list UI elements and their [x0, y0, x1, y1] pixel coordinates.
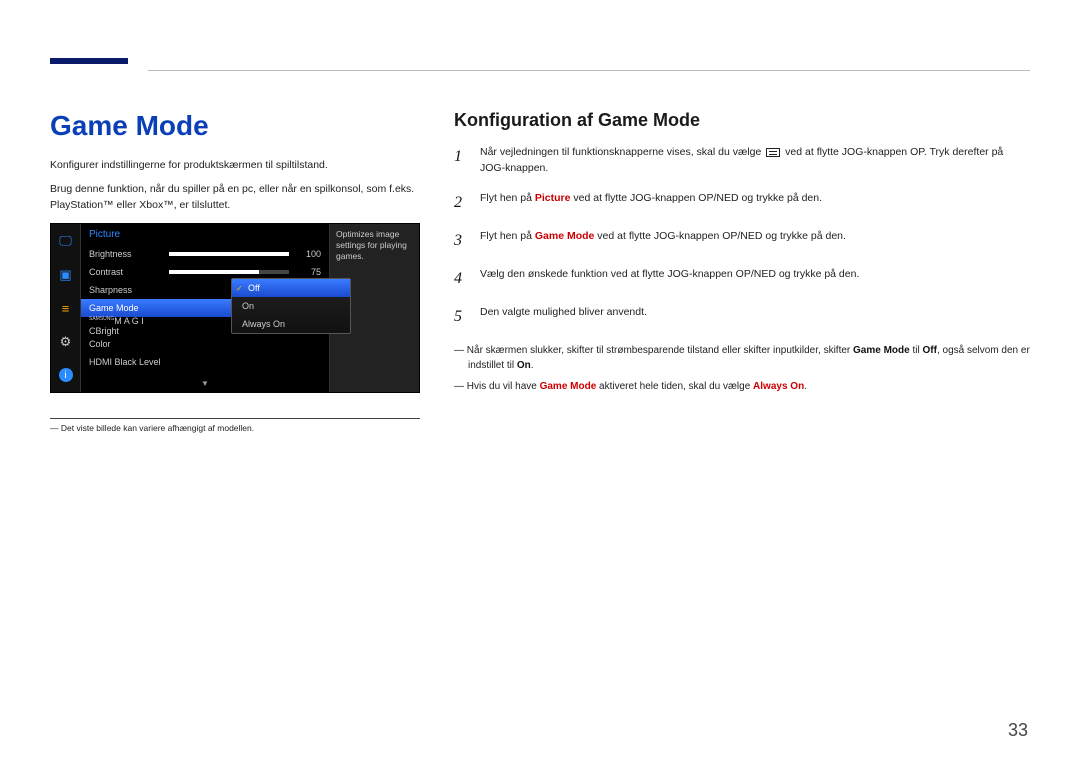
section-title: Game Mode [50, 110, 420, 142]
gear-icon: ⚙ [51, 325, 80, 359]
osd-header: Picture [81, 224, 329, 245]
body-text: Konfigurer indstillingerne for produktsk… [50, 158, 420, 174]
dash-note: Når skærmen slukker, skifter til strømbe… [454, 343, 1030, 373]
frame-icon: ▣ [51, 258, 80, 292]
step-item: 3Flyt hen på Game Mode ved at flytte JOG… [454, 229, 1030, 253]
step-item: 2Flyt hen på Picture ved at flytte JOG-k… [454, 191, 1030, 215]
step-item: 4Vælg den ønskede funktion ved at flytte… [454, 267, 1030, 291]
step-item: 5Den valgte mulighed bliver anvendt. [454, 305, 1030, 329]
osd-row: Color [81, 335, 329, 353]
dash-note: Hvis du vil have Game Mode aktiveret hel… [454, 379, 1030, 394]
osd-row: Brightness100 [81, 245, 329, 263]
top-rule [148, 70, 1030, 71]
osd-submenu-option: Always On [232, 315, 350, 333]
osd-more-arrow: ▼ [81, 377, 329, 392]
body-text: Brug denne funktion, når du spiller på e… [50, 182, 420, 214]
info-icon: i [51, 359, 80, 393]
osd-row: HDMI Black Level [81, 353, 329, 371]
page-number: 33 [1008, 720, 1028, 741]
monitor-icon: 🖵 [51, 224, 80, 258]
step-item: 1Når vejledningen til funktionsknapperne… [454, 145, 1030, 177]
osd-submenu: OffOnAlways On [231, 278, 351, 334]
osd-submenu-option: On [232, 297, 350, 315]
footnote-rule [50, 418, 420, 419]
menu-icon [766, 148, 780, 157]
osd-submenu-option: Off [232, 279, 350, 297]
footnote: Det viste billede kan variere afhængigt … [50, 423, 420, 433]
options-icon: ≡ [51, 291, 80, 325]
chapter-accent [50, 58, 128, 64]
sub-title: Konfiguration af Game Mode [454, 110, 1030, 131]
osd-screenshot: 🖵 ▣ ≡ ⚙ i Picture Brightness100Contrast7… [50, 223, 420, 393]
